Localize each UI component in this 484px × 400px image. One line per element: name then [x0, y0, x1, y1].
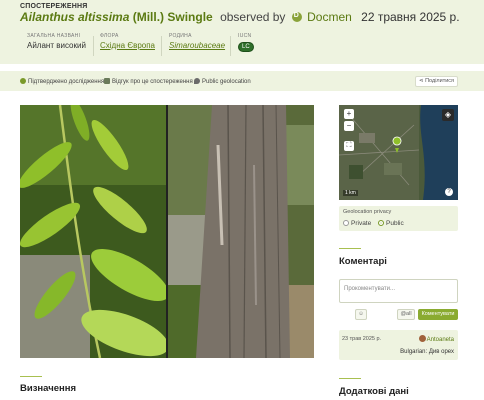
geolocation-privacy: Geolocation privacy Private Public [339, 206, 458, 231]
submit-comment-button[interactable]: Коментувати [418, 309, 458, 320]
comment-item: 23 трав 2025 р. Antoaneta Bulgarian: Див… [339, 330, 458, 360]
radio-circle [343, 220, 349, 226]
help-icon[interactable]: ? [445, 188, 453, 196]
comment-author-name[interactable]: Antoaneta [427, 337, 454, 343]
flora-label: ФЛОРА [100, 33, 119, 39]
flora-link[interactable]: Східна Європа [100, 41, 155, 50]
authority: (Mill.) Swingle [132, 10, 213, 24]
comment-icon [104, 78, 110, 84]
comment-author[interactable]: Antoaneta [418, 335, 454, 343]
family-link[interactable]: Simaroubaceae [169, 41, 225, 50]
confirmed-label: Підтверджено дослідження [28, 79, 105, 85]
radio-private-label: Private [351, 220, 372, 227]
iucn-badge: LC [238, 42, 254, 52]
common-name-block: ЗАГАЛЬНА НАЗВАНІ Айлант високий [27, 33, 86, 50]
feedback-label: Відгук про це спостереження [112, 79, 193, 85]
layers-icon[interactable]: ◈ [442, 109, 454, 121]
leaves-photo [20, 105, 166, 358]
radio-private[interactable]: Private [343, 220, 371, 227]
comment-date: 23 трав 2025 р. [342, 336, 382, 342]
status-bar: Підтверджено дослідження Відгук про це с… [0, 71, 484, 91]
observation-header: СПОСТЕРЕЖЕННЯ Ailanthus altissima (Mill.… [0, 0, 484, 64]
identification-heading: Визначення [20, 383, 77, 394]
emoji-button[interactable]: ☺ [355, 309, 367, 320]
fullscreen-icon[interactable]: ⛶ [344, 141, 354, 151]
observed-by-label: observed by [220, 10, 286, 24]
section-kicker: СПОСТЕРЕЖЕННЯ [20, 3, 88, 10]
share-button[interactable]: ⋖ Поділитися [415, 76, 458, 87]
common-name-value: Айлант високий [27, 41, 86, 50]
comments-heading: Коментарі [339, 256, 387, 267]
share-label: Поділитися [425, 78, 455, 84]
feedback-link[interactable]: Відгук про це спостереження [104, 78, 193, 85]
extra-data-heading: Додаткові дані [339, 386, 409, 397]
comment-input[interactable]: Прокоментувати... [339, 279, 458, 303]
observation-date: 22 травня 2025 р. [361, 10, 460, 24]
observer-link[interactable]: Docmen [307, 10, 352, 24]
satellite-map [339, 105, 458, 200]
mention-button[interactable]: @all [397, 309, 415, 320]
page-title: Ailanthus altissima (Mill.) Swingle obse… [20, 10, 460, 24]
observation-map[interactable]: + − ⛶ ◈ 1 km ? [339, 105, 458, 200]
radio-public-label: Public [386, 220, 404, 227]
geolocation-label: Geolocation privacy [343, 209, 392, 215]
section-rule [20, 376, 42, 377]
section-rule [339, 378, 361, 379]
user-avatar[interactable] [291, 12, 302, 22]
radio-circle-selected [378, 220, 384, 226]
observation-photo[interactable] [20, 105, 314, 358]
divider [93, 36, 94, 56]
comment-text: Bulgarian: Див орех [400, 349, 454, 355]
common-name-label: ЗАГАЛЬНА НАЗВАНІ [27, 33, 81, 39]
iucn-label: IUCN [238, 33, 252, 39]
share-icon: ⋖ [418, 78, 424, 84]
geo-status: Public geolocation [194, 78, 251, 85]
family-block: РОДИНА Simaroubaceae [169, 33, 225, 50]
geo-label: Public geolocation [202, 79, 251, 85]
map-scale: 1 km [343, 190, 358, 196]
flora-block: ФЛОРА Східна Європа [100, 33, 155, 50]
check-icon [20, 78, 26, 84]
confirmed-status: Підтверджено дослідження [20, 78, 104, 85]
comment-placeholder: Прокоментувати... [344, 286, 396, 292]
author-avatar [418, 335, 426, 342]
radio-public[interactable]: Public [378, 220, 404, 227]
zoom-in-button[interactable]: + [344, 109, 354, 119]
bark-photo [168, 105, 314, 358]
zoom-out-button[interactable]: − [344, 121, 354, 131]
section-rule [339, 248, 361, 249]
iucn-block: IUCN LC [238, 33, 254, 52]
scientific-name[interactable]: Ailanthus altissima [20, 10, 129, 24]
location-pin-icon [194, 78, 200, 84]
divider [230, 36, 231, 56]
family-label: РОДИНА [169, 33, 192, 39]
divider [161, 36, 162, 56]
